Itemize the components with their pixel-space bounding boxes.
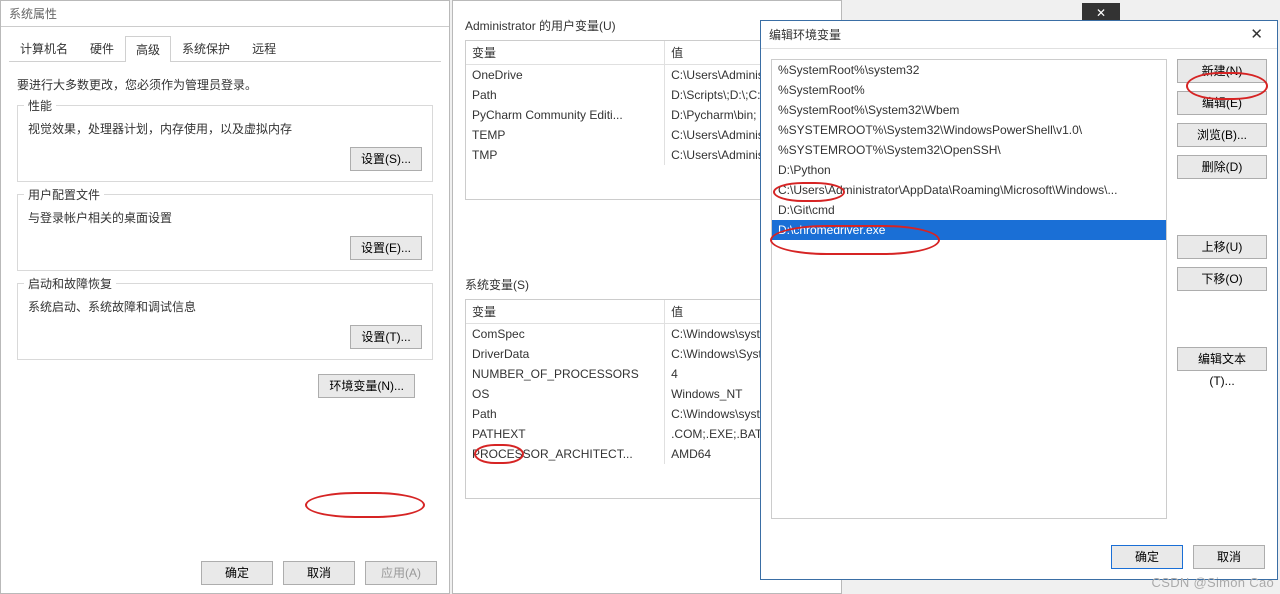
edit-env-var-window: 编辑环境变量 ✕ %SystemRoot%\system32%SystemRoo… — [760, 20, 1278, 580]
path-row[interactable]: D:\Git\cmd — [772, 200, 1166, 220]
new-button[interactable]: 新建(N) — [1177, 59, 1267, 83]
cell-var: DriverData — [466, 344, 665, 364]
path-row[interactable]: %SystemRoot%\system32 — [772, 60, 1166, 80]
path-row[interactable]: %SYSTEMROOT%\System32\OpenSSH\ — [772, 140, 1166, 160]
cell-var: Path — [466, 85, 665, 105]
cell-var: PATHEXT — [466, 424, 665, 444]
edit-text-button[interactable]: 编辑文本(T)... — [1177, 347, 1267, 371]
ok-button[interactable]: 确定 — [201, 561, 273, 585]
group-desc: 与登录帐户相关的桌面设置 — [28, 209, 422, 226]
tab-0[interactable]: 计算机名 — [9, 35, 79, 61]
apply-button[interactable]: 应用(A) — [365, 561, 437, 585]
tab-3[interactable]: 系统保护 — [171, 35, 241, 61]
tab-4[interactable]: 远程 — [241, 35, 287, 61]
group: 性能视觉效果，处理器计划，内存使用，以及虚拟内存设置(S)... — [17, 105, 433, 182]
move-up-button[interactable]: 上移(U) — [1177, 235, 1267, 259]
cell-var: PyCharm Community Editi... — [466, 105, 665, 125]
browse-button[interactable]: 浏览(B)... — [1177, 123, 1267, 147]
cell-var: NUMBER_OF_PROCESSORS — [466, 364, 665, 384]
watermark: CSDN @Simon Cao — [1152, 575, 1274, 590]
side-button-column: 新建(N) 编辑(E) 浏览(B)... 删除(D) 上移(U) 下移(O) 编… — [1177, 59, 1267, 527]
tab-strip: 计算机名硬件高级系统保护远程 — [9, 35, 441, 62]
th-variable: 变量 — [466, 41, 665, 64]
move-down-button[interactable]: 下移(O) — [1177, 267, 1267, 291]
env-vars-button[interactable]: 环境变量(N)... — [318, 374, 415, 398]
ok-button[interactable]: 确定 — [1111, 545, 1183, 569]
dialog-title: 编辑环境变量 — [769, 26, 841, 43]
path-row[interactable]: %SystemRoot%\System32\Wbem — [772, 100, 1166, 120]
cell-var: PROCESSOR_ARCHITECT... — [466, 444, 665, 464]
group-title: 启动和故障恢复 — [24, 275, 116, 292]
delete-button[interactable]: 删除(D) — [1177, 155, 1267, 179]
th-variable: 变量 — [466, 300, 665, 323]
settings-button[interactable]: 设置(T)... — [350, 325, 422, 349]
path-row[interactable]: %SystemRoot% — [772, 80, 1166, 100]
group-desc: 系统启动、系统故障和调试信息 — [28, 298, 422, 315]
admin-note: 要进行大多数更改，您必须作为管理员登录。 — [17, 76, 433, 93]
tab-2[interactable]: 高级 — [125, 36, 171, 62]
cell-var: OS — [466, 384, 665, 404]
cell-var: TMP — [466, 145, 665, 165]
window-title: 系统属性 — [1, 1, 449, 27]
group-title: 性能 — [24, 97, 56, 114]
cancel-button[interactable]: 取消 — [283, 561, 355, 585]
cell-var: ComSpec — [466, 324, 665, 344]
cell-var: OneDrive — [466, 65, 665, 85]
settings-button[interactable]: 设置(S)... — [350, 147, 422, 171]
system-properties-window: 系统属性 计算机名硬件高级系统保护远程 要进行大多数更改，您必须作为管理员登录。… — [0, 0, 450, 594]
path-row[interactable]: D:\chromedriver.exe — [772, 220, 1166, 240]
cell-var: Path — [466, 404, 665, 424]
tab-1[interactable]: 硬件 — [79, 35, 125, 61]
cancel-button[interactable]: 取消 — [1193, 545, 1265, 569]
path-list[interactable]: %SystemRoot%\system32%SystemRoot%%System… — [771, 59, 1167, 519]
group-title: 用户配置文件 — [24, 186, 104, 203]
path-row[interactable]: D:\Python — [772, 160, 1166, 180]
cell-var: TEMP — [466, 125, 665, 145]
group: 启动和故障恢复系统启动、系统故障和调试信息设置(T)... — [17, 283, 433, 360]
close-icon[interactable]: ✕ — [1244, 25, 1269, 44]
path-row[interactable]: %SYSTEMROOT%\System32\WindowsPowerShell\… — [772, 120, 1166, 140]
group-desc: 视觉效果，处理器计划，内存使用，以及虚拟内存 — [28, 120, 422, 137]
settings-button[interactable]: 设置(E)... — [350, 236, 422, 260]
edit-button[interactable]: 编辑(E) — [1177, 91, 1267, 115]
path-row[interactable]: C:\Users\Administrator\AppData\Roaming\M… — [772, 180, 1166, 200]
group: 用户配置文件与登录帐户相关的桌面设置设置(E)... — [17, 194, 433, 271]
